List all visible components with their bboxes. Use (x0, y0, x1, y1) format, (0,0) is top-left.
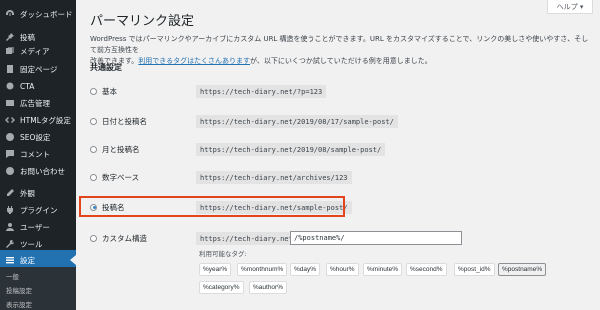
example-url: https://tech-diary.net (196, 232, 297, 245)
sidebar-item-label: ダッシュボード (20, 9, 73, 19)
tag-button[interactable]: %monthnum% (237, 263, 288, 276)
option-month-and-name[interactable]: 月と投稿名 (90, 142, 140, 156)
settings-icon (5, 255, 15, 265)
option-label: カスタム構造 (102, 233, 147, 243)
tag-button[interactable]: %hour% (326, 263, 359, 276)
tag-button[interactable]: %second% (406, 263, 447, 276)
ad-icon (5, 98, 15, 108)
radio-plain[interactable] (90, 87, 97, 95)
media-icon (5, 46, 15, 56)
available-tags-label: 利用可能なタグ: (199, 250, 247, 258)
page-description: WordPress ではパーマリンクやアーカイブにカスタム URL 構造を使うこ… (90, 34, 590, 67)
tag-button[interactable]: %day% (290, 263, 321, 276)
available-tags-link[interactable]: 利用できるタグはたくさんあります (138, 57, 250, 65)
sidebar-item-label: プラグイン (20, 205, 58, 215)
dashboard-icon (5, 9, 15, 19)
radio-custom-structure[interactable] (90, 234, 97, 242)
admin-sidebar: ダッシュボード 投稿 メディア 固定ページ CTA 広告管理 HTMLタグ設定 … (0, 0, 76, 310)
option-label: 数字ベース (102, 172, 140, 182)
example-url: https://tech-diary.net/?p=123 (196, 85, 327, 98)
example-url: https://tech-diary.net/2019/08/sample-po… (196, 143, 386, 156)
tag-button[interactable]: %author% (249, 281, 287, 294)
tag-button[interactable]: %year% (199, 263, 232, 276)
settings-submenu: 一般 投稿設定 表示設定 (0, 267, 76, 310)
sidebar-item-contact[interactable]: お問い合わせ (0, 161, 76, 181)
radio-numeric[interactable] (90, 173, 97, 181)
sidebar-item-label: メディア (20, 46, 50, 56)
sidebar-item-label: ツール (20, 239, 43, 249)
option-custom-structure[interactable]: カスタム構造 (90, 231, 147, 245)
section-title: 共通設定 (90, 63, 122, 72)
example-url: https://tech-diary.net/archives/123 (196, 171, 352, 184)
option-label: 基本 (102, 86, 117, 96)
sidebar-item-label: コメント (20, 149, 50, 159)
sidebar-item-label: HTMLタグ設定 (20, 115, 71, 125)
sidebar-item-label: ユーザー (20, 222, 50, 232)
sidebar-item-label: SEO設定 (20, 132, 51, 142)
user-icon (5, 222, 15, 232)
tag-button[interactable]: %category% (199, 281, 244, 294)
option-label: 月と投稿名 (102, 144, 140, 154)
tag-button-active[interactable]: %postname% (498, 263, 547, 276)
sidebar-item-label: CTA (20, 81, 35, 91)
example-url: https://tech-diary.net/2019/08/17/sample… (196, 115, 398, 128)
option-day-and-name[interactable]: 日付と投稿名 (90, 114, 147, 128)
mail-icon (5, 166, 15, 176)
tag-button[interactable]: %minute% (363, 263, 403, 276)
radio-day-and-name[interactable] (90, 117, 97, 125)
sidebar-item-label: 固定ページ (20, 64, 58, 74)
description-line-1: WordPress ではパーマリンクやアーカイブにカスタム URL 構造を使うこ… (90, 35, 589, 54)
sidebar-item-label: 設定 (20, 255, 35, 265)
comment-icon (5, 149, 15, 159)
sidebar-item-label: 広告管理 (20, 98, 50, 108)
help-button[interactable]: ヘルプ ▾ (547, 0, 593, 14)
appearance-icon (5, 188, 15, 198)
radio-month-and-name[interactable] (90, 145, 97, 153)
description-text: が、以下にいくつか試していただける例を用意しました。 (250, 57, 432, 65)
option-numeric[interactable]: 数字ベース (90, 170, 139, 184)
sidebar-item-dashboard[interactable]: ダッシュボード (0, 4, 76, 24)
tag-button[interactable]: %post_id% (454, 263, 495, 276)
sidebar-item-label: お問い合わせ (20, 166, 65, 176)
option-label: 日付と投稿名 (102, 116, 147, 126)
sidebar-item-media[interactable]: メディア (0, 41, 76, 61)
description-line-2: 改善できます。利用できるタグはたくさんありますが、以下にいくつか試していただける… (90, 56, 590, 67)
code-icon (5, 115, 15, 125)
submenu-item-writing[interactable]: 投稿設定 (6, 285, 32, 295)
seo-icon (5, 132, 15, 142)
plugin-icon (5, 205, 15, 215)
option-plain[interactable]: 基本 (90, 84, 117, 98)
sidebar-item-label: 外観 (20, 188, 35, 198)
highlight-box (79, 196, 345, 217)
page-title: パーマリンク設定 (90, 14, 195, 29)
cta-icon (5, 81, 15, 91)
page-icon (5, 64, 15, 74)
tools-icon (5, 239, 15, 249)
submenu-item-reading[interactable]: 表示設定 (6, 299, 32, 309)
submenu-item-general[interactable]: 一般 (6, 271, 19, 281)
custom-structure-input[interactable]: /%postname%/ (290, 231, 462, 245)
